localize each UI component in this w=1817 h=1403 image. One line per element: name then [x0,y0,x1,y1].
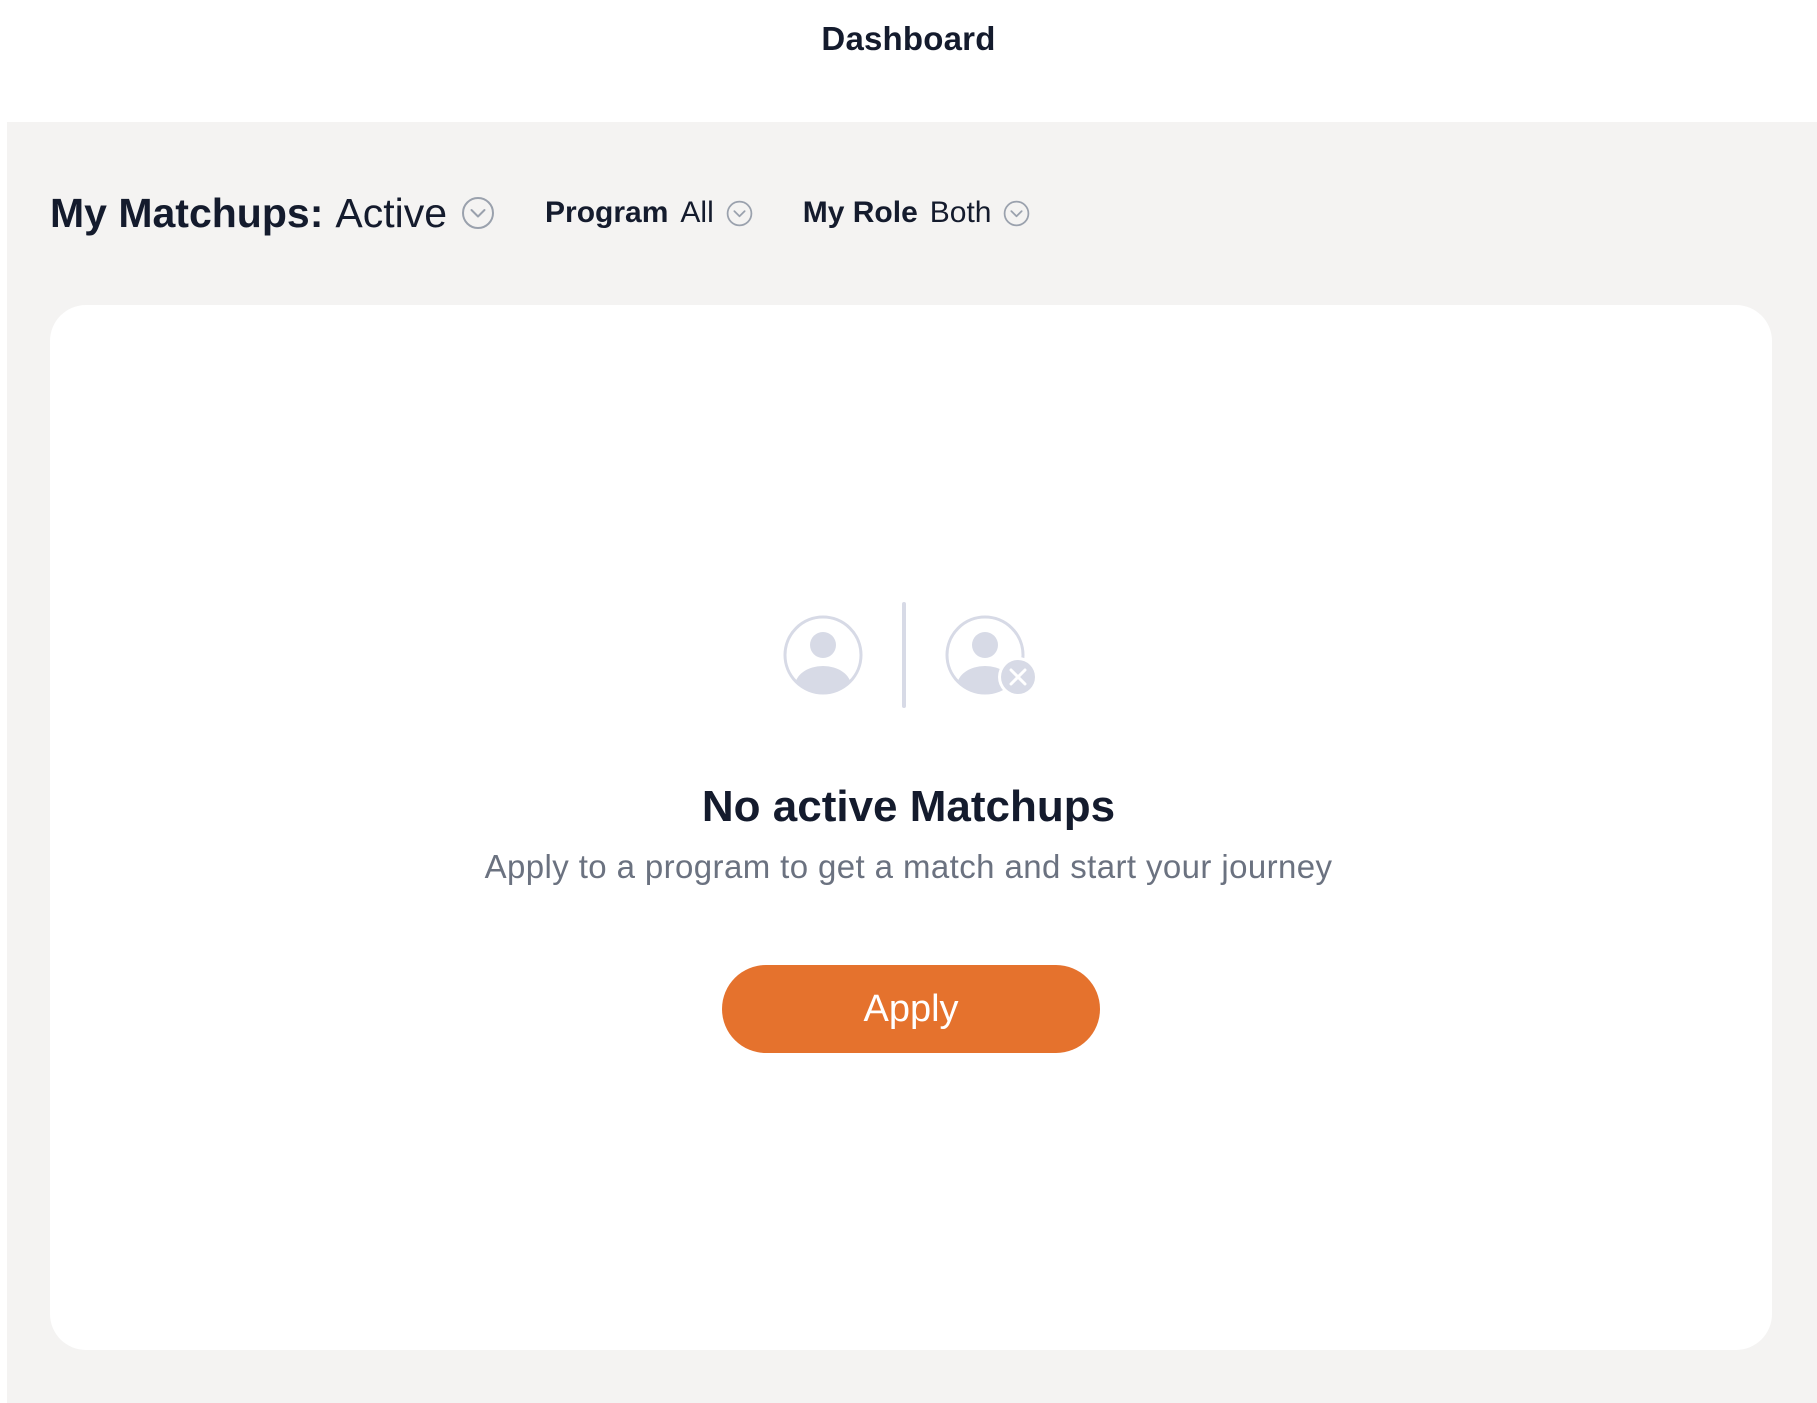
program-filter[interactable]: Program All [545,196,753,230]
chevron-down-circle-icon[interactable] [726,200,753,227]
matchups-filter-label: My Matchups: [50,189,324,236]
user-remove-icon [945,615,1038,697]
illustration-divider [902,602,906,708]
filter-bar: My Matchups: Active Program All My Role … [50,188,1030,238]
chevron-down-circle-icon[interactable] [1003,200,1030,227]
matchups-filter-value: Active [335,189,448,236]
chevron-down-circle-icon[interactable] [461,196,495,230]
role-filter-value: Both [929,196,992,229]
role-filter-label: My Role [802,196,918,229]
program-filter-label: Program [545,196,669,229]
empty-state-title: No active Matchups [701,782,1116,831]
matchups-status-filter[interactable]: My Matchups: Active [50,190,495,237]
top-header: Dashboard [0,0,1817,122]
program-filter-value: All [680,196,714,229]
role-filter[interactable]: My Role Both [803,196,1031,230]
empty-state-subtitle: Apply to a program to get a match and st… [484,848,1333,885]
apply-button[interactable]: Apply [722,965,1100,1053]
empty-state-illustration [778,600,1043,710]
user-avatar-icon [783,615,863,695]
page-title: Dashboard [821,20,996,57]
